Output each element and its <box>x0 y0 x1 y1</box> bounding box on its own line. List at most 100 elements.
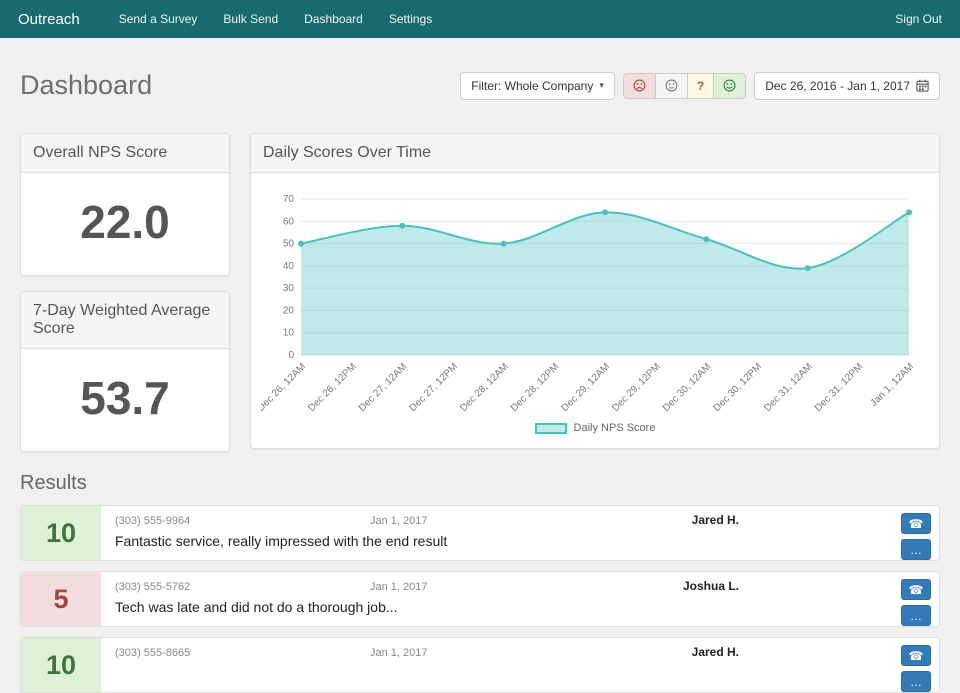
brand-link[interactable]: Outreach <box>18 11 80 28</box>
result-name: Jared H. <box>691 513 739 528</box>
svg-text:0: 0 <box>288 350 294 361</box>
score-badge: 10 <box>21 638 101 693</box>
nav-links: Send a Survey Bulk Send Dashboard Settin… <box>106 0 446 38</box>
result-phone: (303) 555-5762 <box>115 581 191 594</box>
calendar-icon <box>916 79 929 92</box>
result-date: Jan 1, 2017 <box>370 515 428 528</box>
navbar: Outreach Send a Survey Bulk Send Dashboa… <box>0 0 960 38</box>
result-comment: Tech was late and did not do a thorough … <box>115 599 398 616</box>
svg-text:20: 20 <box>283 306 295 317</box>
phone-icon: ☎ <box>908 582 924 597</box>
svg-text:Dec 31, 12PM: Dec 31, 12PM <box>813 361 866 414</box>
svg-text:Jan 1, 12AM: Jan 1, 12AM <box>869 361 916 408</box>
overall-nps-card: Overall NPS Score 22.0 <box>20 133 230 277</box>
svg-text:Dec 28, 12AM: Dec 28, 12AM <box>458 361 511 414</box>
result-main: (303) 555-9964 Jan 1, 2017 Jared H. Fant… <box>101 506 939 560</box>
result-row: 10 (303) 555-9964 Jan 1, 2017 Jared H. F… <box>20 505 940 562</box>
result-actions: ☎ … <box>901 645 931 693</box>
svg-text:Dec 26, 12AM: Dec 26, 12AM <box>261 361 308 414</box>
chart-title: Daily Scores Over Time <box>251 134 939 174</box>
svg-text:Dec 29, 12AM: Dec 29, 12AM <box>560 361 613 414</box>
score-cards-column: Overall NPS Score 22.0 7-Day Weighted Av… <box>20 133 230 453</box>
ellipsis-icon: … <box>910 542 922 557</box>
ellipsis-icon: … <box>910 674 922 689</box>
frown-icon <box>633 79 646 92</box>
legend-label: Daily NPS Score <box>573 422 656 435</box>
chart-body: 0 10 20 30 40 50 60 70 Dec 26, 12AM Dec 26, 12PM D… <box>251 173 939 448</box>
daily-scores-card: Daily Scores Over Time 0 10 20 30 40 50 60 70 De… <box>250 133 940 450</box>
sign-out-link[interactable]: Sign Out <box>895 12 942 26</box>
page-header: Dashboard Filter: Whole Company ▾ ? Dec … <box>20 52 940 119</box>
result-meta: (303) 555-8665 Jan 1, 2017 Jared H. <box>115 645 879 659</box>
svg-text:Dec 26, 12PM: Dec 26, 12PM <box>306 361 359 414</box>
overall-nps-value: 22.0 <box>80 196 170 249</box>
score-badge: 10 <box>21 506 101 561</box>
result-phone: (303) 555-9964 <box>115 515 191 528</box>
nav-item-dashboard[interactable]: Dashboard <box>291 0 376 38</box>
svg-text:50: 50 <box>283 239 295 250</box>
neutral-face-icon <box>665 79 678 92</box>
company-filter-label: Filter: Whole Company <box>471 78 594 93</box>
toolbar: Filter: Whole Company ▾ ? Dec 26, 2016 -… <box>460 71 940 100</box>
svg-text:30: 30 <box>283 283 295 294</box>
weighted-average-title: 7-Day Weighted Average Score <box>21 292 229 350</box>
svg-text:60: 60 <box>283 216 295 227</box>
svg-text:Dec 27, 12PM: Dec 27, 12PM <box>408 361 461 414</box>
result-date: Jan 1, 2017 <box>370 581 428 594</box>
ellipsis-icon: … <box>910 608 922 623</box>
svg-text:Dec 29, 12PM: Dec 29, 12PM <box>610 361 663 414</box>
svg-text:Dec 31, 12AM: Dec 31, 12AM <box>762 361 815 414</box>
chart-legend[interactable]: Daily NPS Score <box>261 422 929 434</box>
call-button[interactable]: ☎ <box>901 579 931 601</box>
result-main: (303) 555-5762 Jan 1, 2017 Joshua L. Tec… <box>101 572 939 626</box>
more-options-button[interactable]: … <box>901 605 931 627</box>
result-main: (303) 555-8665 Jan 1, 2017 Jared H. <box>101 638 939 692</box>
company-filter-dropdown[interactable]: Filter: Whole Company ▾ <box>460 71 615 100</box>
result-phone: (303) 555-8665 <box>115 647 191 660</box>
result-comment: Fantastic service, really impressed with… <box>115 533 448 550</box>
nav-item-settings[interactable]: Settings <box>376 0 445 38</box>
more-options-button[interactable]: … <box>901 671 931 693</box>
svg-text:10: 10 <box>283 328 295 339</box>
svg-text:Dec 30, 12AM: Dec 30, 12AM <box>661 361 714 414</box>
question-mark: ? <box>696 78 705 93</box>
unknown-filter-button[interactable]: ? <box>687 72 715 99</box>
result-name: Jared H. <box>691 645 739 660</box>
svg-text:40: 40 <box>283 261 295 272</box>
svg-text:Dec 30, 12PM: Dec 30, 12PM <box>712 361 765 414</box>
result-actions: ☎ … <box>901 513 931 561</box>
main-content: Dashboard Filter: Whole Company ▾ ? Dec … <box>0 52 960 693</box>
more-options-button[interactable]: … <box>901 539 931 561</box>
promoter-filter-button[interactable] <box>714 72 747 99</box>
result-actions: ☎ … <box>901 579 931 627</box>
results-title: Results <box>20 472 87 495</box>
smile-icon <box>723 79 736 92</box>
svg-text:Dec 27, 12AM: Dec 27, 12AM <box>357 361 410 414</box>
legend-swatch <box>534 422 567 434</box>
result-meta: (303) 555-9964 Jan 1, 2017 Jared H. <box>115 513 879 527</box>
call-button[interactable]: ☎ <box>901 513 931 535</box>
chevron-down-icon: ▾ <box>599 80 604 91</box>
nav-item-bulk-send[interactable]: Bulk Send <box>210 0 291 38</box>
weighted-average-card: 7-Day Weighted Average Score 53.7 <box>20 291 230 453</box>
date-range-picker[interactable]: Dec 26, 2016 - Jan 1, 2017 <box>754 71 940 100</box>
daily-scores-chart: 010203040506070Dec 26, 12AMDec 26, 12PMD… <box>256 194 917 414</box>
weighted-average-value: 53.7 <box>80 372 170 425</box>
score-badge: 5 <box>21 572 101 627</box>
overall-nps-title: Overall NPS Score <box>21 134 229 174</box>
result-meta: (303) 555-5762 Jan 1, 2017 Joshua L. <box>115 579 879 593</box>
passive-filter-button[interactable] <box>655 72 688 99</box>
date-range-label: Dec 26, 2016 - Jan 1, 2017 <box>765 78 910 93</box>
detractor-filter-button[interactable] <box>622 72 656 99</box>
score-filter-group: ? <box>622 72 747 99</box>
call-button[interactable]: ☎ <box>901 645 931 667</box>
phone-icon: ☎ <box>908 516 924 531</box>
result-name: Joshua L. <box>682 579 739 594</box>
result-date: Jan 1, 2017 <box>370 647 428 660</box>
svg-text:70: 70 <box>283 194 295 205</box>
nav-item-send-a-survey[interactable]: Send a Survey <box>106 0 211 38</box>
result-row: 10 (303) 555-8665 Jan 1, 2017 Jared H. ☎… <box>20 637 940 693</box>
dashboard-cards-row: Overall NPS Score 22.0 7-Day Weighted Av… <box>20 133 940 453</box>
phone-icon: ☎ <box>908 648 924 663</box>
result-row: 5 (303) 555-5762 Jan 1, 2017 Joshua L. T… <box>20 571 940 628</box>
